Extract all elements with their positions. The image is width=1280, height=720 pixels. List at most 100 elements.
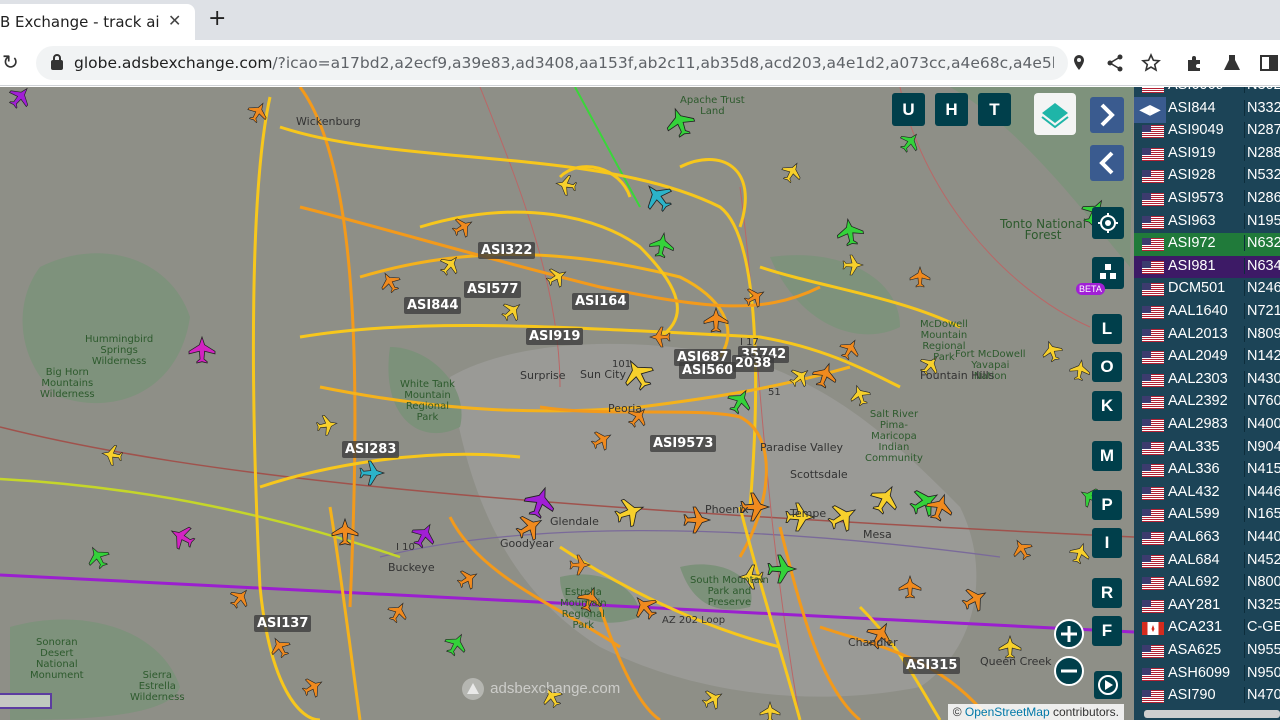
labs-flask-icon[interactable] (1221, 52, 1243, 74)
list-item[interactable]: ASI6069 N302 (1134, 87, 1280, 98)
replay-button[interactable] (1094, 671, 1122, 699)
aircraft-label[interactable]: ASI560 (679, 362, 737, 379)
map-layers-button[interactable] (1034, 93, 1076, 135)
aircraft-icon[interactable] (703, 306, 729, 333)
browser-tab[interactable]: B Exchange - track ai ✕ (0, 4, 195, 40)
list-item[interactable]: ASI972 N632 (1134, 233, 1280, 256)
side-panel-icon[interactable] (1258, 52, 1280, 74)
aircraft-icon[interactable] (847, 382, 873, 408)
multi-select-button[interactable]: M (1092, 441, 1122, 471)
aircraft-icon[interactable] (699, 685, 726, 712)
aircraft-label[interactable]: 2038 (732, 355, 775, 372)
aircraft-icon[interactable] (454, 565, 481, 592)
aircraft-icon[interactable] (810, 360, 841, 391)
aircraft-label[interactable]: ASI283 (342, 441, 400, 458)
list-item[interactable]: ASI928 N532 (1134, 165, 1280, 188)
aircraft-icon[interactable] (188, 335, 216, 364)
list-item[interactable]: AAL2303 N430 (1134, 369, 1280, 392)
list-item[interactable]: ACA231 C-GE (1134, 617, 1280, 640)
list-item[interactable]: AAL2013 N809 (1134, 324, 1280, 347)
zoom-out-button[interactable] (1054, 656, 1084, 686)
aircraft-icon[interactable] (498, 297, 526, 325)
new-tab-button[interactable]: + (208, 7, 226, 31)
list-item[interactable]: AAL663 N440 (1134, 527, 1280, 550)
range-rings-button[interactable]: R (1092, 578, 1122, 608)
aircraft-icon[interactable] (5, 87, 36, 112)
extensions-icon[interactable] (1184, 52, 1206, 74)
list-item[interactable]: ASI790 N470 (1134, 685, 1280, 708)
aircraft-label[interactable]: ASI315 (903, 657, 961, 674)
aircraft-label[interactable]: ASI919 (526, 328, 584, 345)
kilometers-button[interactable]: K (1092, 391, 1122, 421)
aircraft-icon[interactable] (1067, 540, 1093, 566)
list-item[interactable]: AAL684 N452 (1134, 550, 1280, 573)
aircraft-icon[interactable] (83, 542, 113, 572)
aircraft-icon[interactable] (835, 217, 865, 247)
close-icon[interactable]: ✕ (168, 11, 181, 30)
persistence-button[interactable]: P (1092, 490, 1122, 520)
aircraft-label[interactable]: ASI164 (572, 293, 630, 310)
list-item[interactable]: AAL335 N904 (1134, 437, 1280, 460)
aircraft-icon[interactable] (299, 673, 326, 700)
bookmark-star-icon[interactable] (1140, 52, 1162, 74)
aircraft-icon[interactable] (909, 266, 931, 288)
ident-button[interactable]: I (1092, 528, 1122, 558)
filter-button[interactable]: F (1092, 616, 1122, 646)
flight-map[interactable]: Hummingbird Springs Wilderness Big Horn … (0, 87, 1134, 720)
expand-sidebar-button[interactable] (1090, 97, 1124, 133)
aircraft-icon[interactable] (554, 173, 577, 196)
aircraft-label[interactable]: ASI137 (254, 615, 312, 632)
aircraft-icon[interactable] (100, 443, 123, 466)
aircraft-icon[interactable] (896, 128, 924, 156)
toggle-tracks-button[interactable]: T (978, 93, 1011, 126)
reload-icon[interactable]: ↻ (2, 50, 19, 74)
aircraft-icon[interactable] (1008, 535, 1035, 562)
aircraft-label[interactable]: ASI9573 (650, 435, 717, 452)
aircraft-label[interactable]: ASI844 (404, 297, 462, 314)
list-item[interactable]: ASA625 N955 (1134, 640, 1280, 663)
list-item[interactable]: AAL2392 N760 (1134, 391, 1280, 414)
toggle-history-button[interactable]: H (935, 93, 968, 126)
list-item[interactable]: ASI963 N195 (1134, 211, 1280, 234)
lock-icon[interactable] (50, 53, 64, 71)
aircraft-label[interactable]: ASI322 (478, 242, 536, 259)
share-icon[interactable] (1104, 52, 1126, 74)
aircraft-icon[interactable] (315, 413, 338, 436)
list-item[interactable]: ASI919 N288 (1134, 143, 1280, 166)
aircraft-icon[interactable] (436, 251, 464, 279)
list-item[interactable]: ASI9049 N287 (1134, 120, 1280, 143)
labels-toggle-button[interactable]: L (1092, 314, 1122, 344)
list-item[interactable]: AAL692 N800 (1134, 572, 1280, 595)
list-item[interactable]: AAY281 N325 (1134, 595, 1280, 618)
openstreetmap-link[interactable]: OpenStreetMap (965, 705, 1050, 719)
aircraft-icon[interactable] (166, 521, 199, 554)
list-item[interactable]: DCM501 N246 (1134, 278, 1280, 301)
list-item[interactable]: AAL336 N415 (1134, 459, 1280, 482)
collapse-sidebar-button[interactable] (1090, 145, 1124, 181)
aircraft-icon[interactable] (1068, 358, 1091, 381)
list-item[interactable]: ASH6099 N950 (1134, 663, 1280, 686)
list-item[interactable]: AAL2049 N142 (1134, 346, 1280, 369)
url-text[interactable]: globe.adsbexchange.com/?icao=a17bd2,a2ec… (74, 54, 1054, 72)
aircraft-icon[interactable] (359, 460, 386, 486)
toggle-units-button[interactable]: U (892, 93, 925, 126)
aircraft-icon[interactable] (759, 701, 781, 720)
omnibox[interactable]: globe.adsbexchange.com/?icao=a17bd2,a2ec… (36, 46, 1084, 80)
aircraft-label[interactable]: ASI577 (464, 281, 522, 298)
extended-labels-button[interactable]: O (1092, 352, 1122, 382)
list-item[interactable]: AAL599 N165 (1134, 504, 1280, 527)
list-item[interactable]: AAL2983 N400 (1134, 414, 1280, 437)
list-item[interactable]: AAL1640 N721 (1134, 301, 1280, 324)
aircraft-icon[interactable] (384, 598, 411, 625)
aircraft-icon[interactable] (441, 629, 471, 659)
resize-sidebar-handle[interactable]: ◀▶ (1134, 97, 1166, 123)
aircraft-icon[interactable] (648, 231, 676, 259)
list-item[interactable]: AAL432 N446 (1134, 482, 1280, 505)
aircraft-icon[interactable] (1039, 338, 1065, 364)
list-item[interactable]: ASI9573 N286 (1134, 188, 1280, 211)
settings-button[interactable] (1092, 207, 1124, 239)
list-item[interactable]: ASI981 N634 (1134, 255, 1280, 279)
aircraft-icon[interactable] (778, 158, 805, 185)
zoom-in-button[interactable] (1054, 619, 1084, 649)
location-icon[interactable] (1068, 52, 1090, 74)
